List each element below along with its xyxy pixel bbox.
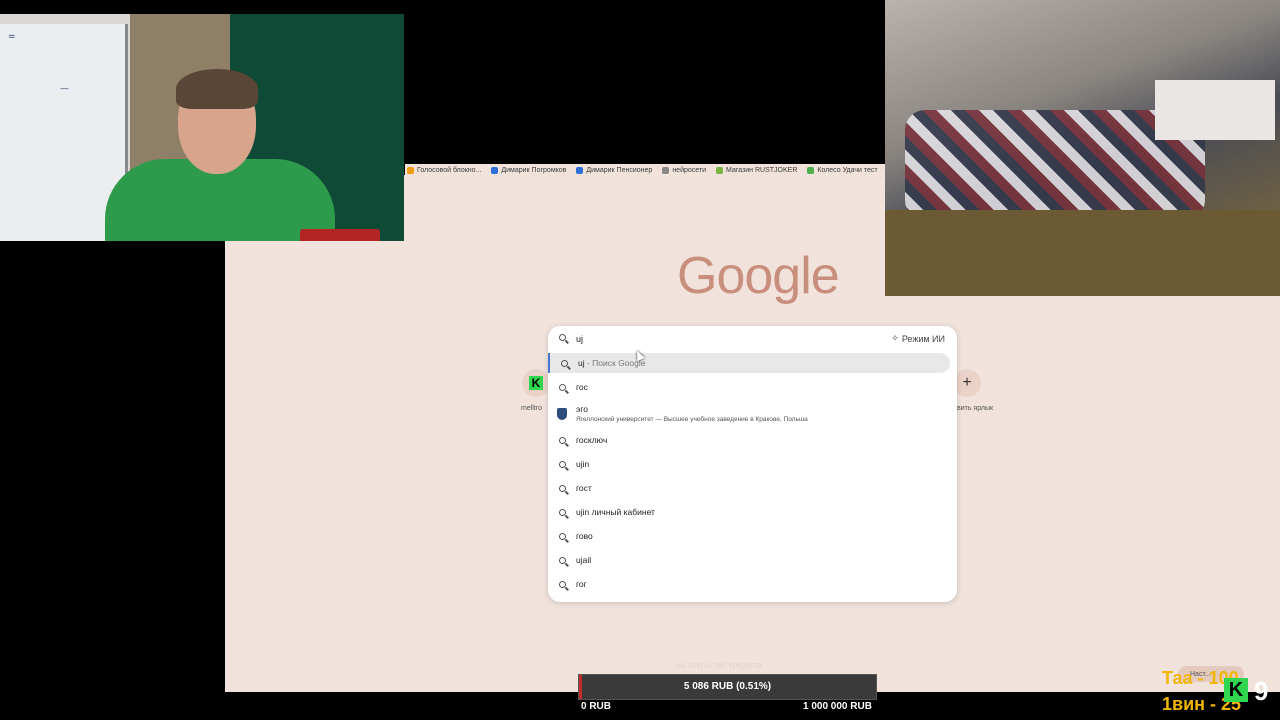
bookmark-rustjoker-shop[interactable]: Магазин RUSTJOKER [716, 166, 797, 174]
search-box[interactable]: uj ✧ Режим ИИ [548, 326, 957, 350]
bookmark-icon [716, 166, 724, 174]
progress-min: 0 RUB [581, 701, 612, 712]
vk-icon [491, 166, 499, 174]
bookmark-dimarik-pensioner[interactable]: Димарик Пенсионер [576, 166, 652, 174]
bookmark-folder-neuro[interactable]: нейросети [662, 166, 706, 174]
search-icon [559, 533, 566, 540]
search-icon [559, 461, 566, 468]
shortcut-melltro-label: melltro [521, 405, 543, 412]
bookmark-dimarik-pogromkov[interactable]: Димарик Погромков [491, 166, 566, 174]
google-logo: Google [677, 247, 840, 305]
white-table [1155, 80, 1275, 140]
search-dropdown: uj ✧ Режим ИИ uj - Поиск Google гос эго … [548, 326, 957, 602]
bookmark-icon [576, 166, 584, 174]
search-icon [559, 509, 566, 516]
bookmarks-bar: Голосовой блокно... Димарик Погромков Ди… [405, 164, 885, 176]
suggestion-item[interactable]: госключ [548, 430, 948, 450]
bookmark-icon [807, 166, 815, 174]
workbench [885, 210, 1280, 296]
counter-number: 9 [1254, 676, 1269, 706]
bookmark-wheel-of-fortune[interactable]: Колесо Удачи тест [807, 166, 878, 174]
search-icon [559, 485, 566, 492]
suggestion-item[interactable]: ujail [548, 550, 948, 570]
k-badge: K [1224, 678, 1248, 702]
search-icon [561, 360, 568, 367]
suggestion-item[interactable]: гово [548, 526, 948, 546]
suggestion-item[interactable]: гос [548, 377, 948, 397]
ai-mode-button[interactable]: ✧ Режим ИИ [891, 333, 945, 344]
keyboard [300, 229, 380, 241]
bookmark-voice-notebook[interactable]: Голосовой блокно... [407, 166, 481, 174]
search-icon [559, 384, 566, 391]
suggestion-item[interactable]: гог [548, 574, 948, 594]
shortcut-melltro-icon[interactable]: K [522, 369, 550, 397]
suggestion-item[interactable]: ujin личный кабинет [548, 502, 948, 522]
search-input[interactable]: uj [576, 334, 583, 344]
add-shortcut-icon[interactable]: + [953, 369, 981, 397]
suggestion-item[interactable]: ujin [548, 454, 948, 474]
search-icon [559, 437, 566, 444]
person-hair [176, 69, 258, 109]
suggestion-item[interactable]: uj - Поиск Google [548, 353, 950, 373]
progress-max: 1 000 000 RUB [803, 701, 872, 712]
suggestion-item[interactable]: эго Ягеллонский университет — Высшее уче… [548, 400, 948, 428]
progress-value: 5 086 RUB (0.51%) [683, 681, 772, 692]
search-icon [559, 557, 566, 564]
add-shortcut-label: вить ярлык [957, 405, 994, 412]
sparkle-search-icon: ✧ [891, 333, 899, 343]
webcam-streamer: = — [0, 14, 404, 241]
search-icon [559, 581, 566, 588]
bookmark-icon [407, 166, 414, 174]
folder-icon [662, 166, 670, 174]
suggestion-item[interactable]: гост [548, 478, 948, 498]
university-shield-icon [557, 408, 567, 420]
search-icon [559, 334, 566, 341]
donation-progress-bar: 5 086 RUB (0.51%) [578, 674, 877, 700]
webcam-room [885, 0, 1280, 296]
goal-caption: на закрытие кредита [675, 660, 762, 670]
